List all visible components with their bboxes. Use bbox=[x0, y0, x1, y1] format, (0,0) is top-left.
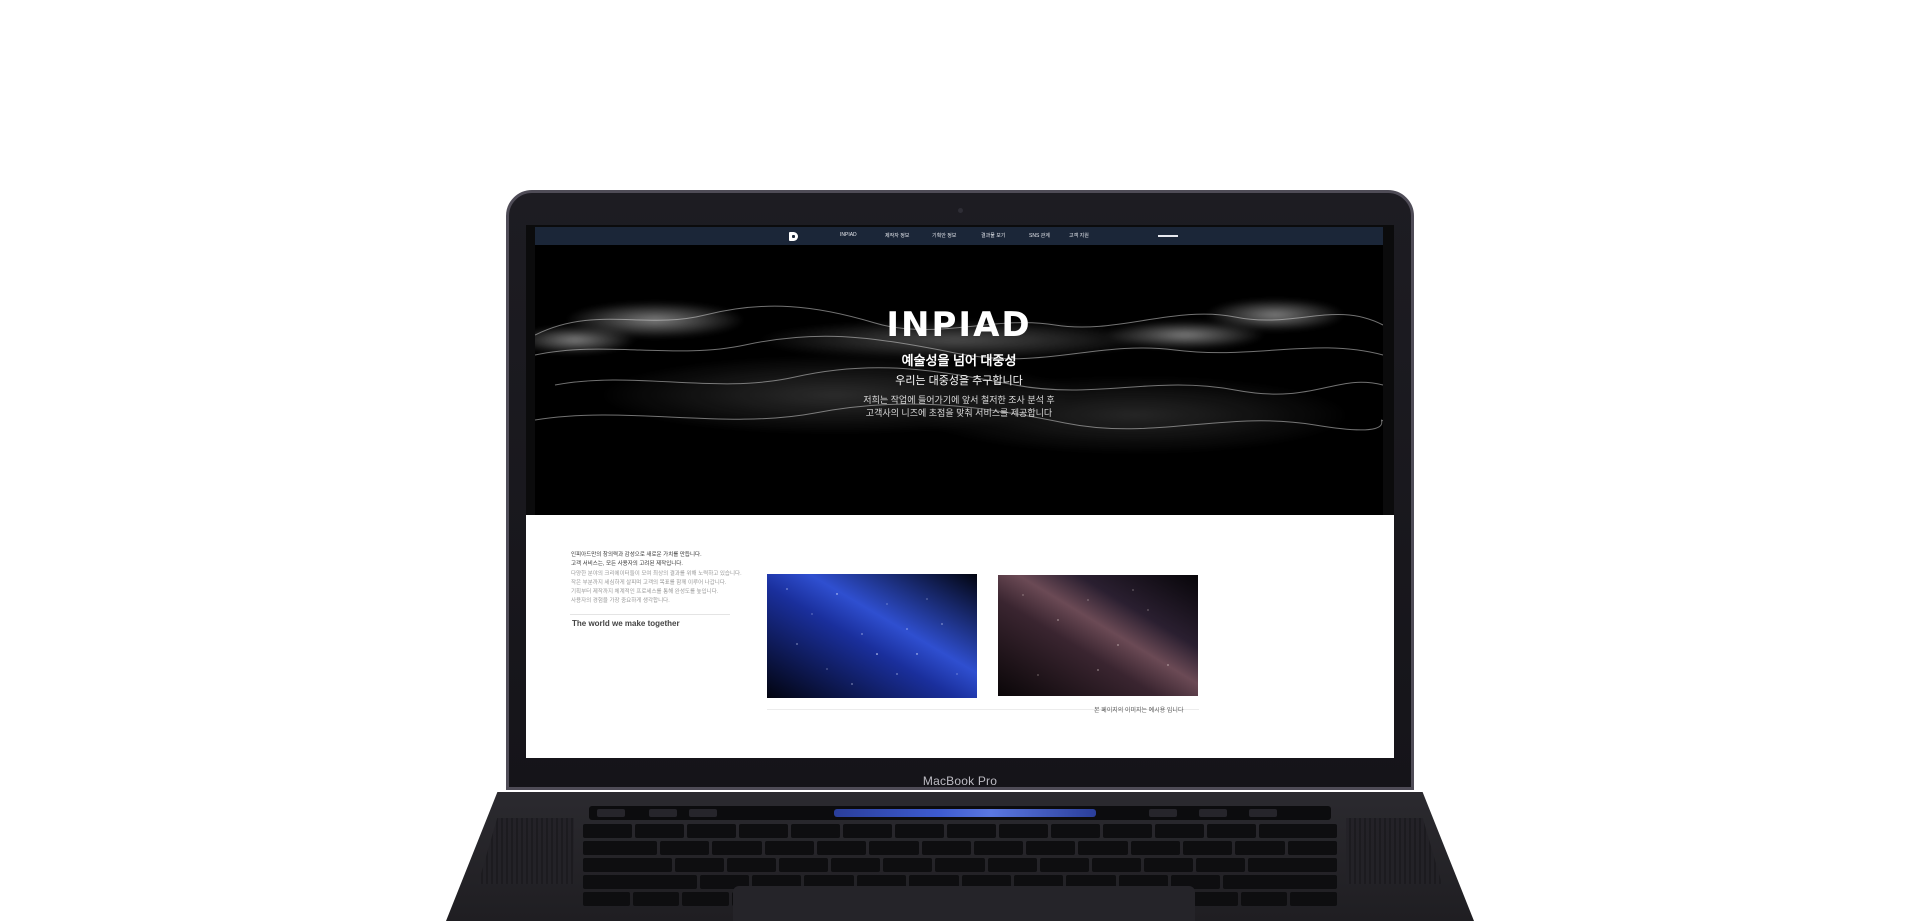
touch-bar-key bbox=[1149, 809, 1177, 817]
nav-item-support[interactable]: 고객 지원 bbox=[1069, 232, 1089, 239]
intro-line-5: 기획부터 제작까지 체계적인 프로세스를 통해 완성도를 높입니다. bbox=[571, 589, 719, 595]
site-nav: INPIAD 제작자 정보 기획안 정보 결과물 보기 SNS 관계 고객 지원 bbox=[535, 227, 1383, 245]
galaxy-photo-blue[interactable] bbox=[767, 574, 977, 698]
intro-line-2: 고객 서비스는, 모든 사용자의 고려된 제작입니다. bbox=[571, 561, 683, 567]
intro-divider bbox=[570, 614, 730, 615]
menu-icon[interactable] bbox=[1158, 235, 1178, 237]
intro-line-6: 사용자의 경험을 가장 중요하게 생각합니다. bbox=[571, 598, 670, 604]
nav-item-creator[interactable]: 제작자 정보 bbox=[885, 232, 909, 239]
hero-brand: INPIAD bbox=[886, 305, 1032, 345]
hero-body-line-1: 저희는 작업에 들어가기에 앞서 철저한 조사 분석 후 bbox=[863, 395, 1055, 405]
device-label: MacBook Pro bbox=[922, 774, 998, 788]
about-section: 인피아드만의 창의력과 감성으로 새로운 가치를 만듭니다. 고객 서비스는, … bbox=[526, 515, 1394, 758]
inpiad-logo-icon[interactable] bbox=[789, 232, 798, 241]
intro-line-1: 인피아드만의 창의력과 감성으로 새로운 가치를 만듭니다. bbox=[571, 552, 702, 558]
nav-item-home[interactable]: INPIAD bbox=[840, 232, 857, 238]
touch-bar-key bbox=[689, 809, 717, 817]
nav-item-sns[interactable]: SNS 관계 bbox=[1029, 232, 1050, 239]
milky-way-photo[interactable] bbox=[998, 575, 1198, 696]
nav-item-plan[interactable]: 기획안 정보 bbox=[932, 232, 956, 239]
nav-item-results[interactable]: 결과물 보기 bbox=[981, 232, 1005, 239]
touch-bar-key bbox=[649, 809, 677, 817]
touch-bar-glow bbox=[834, 809, 1096, 817]
hero-section: INPIAD 예술성을 넘어 대중성 우리는 대중성을 추구합니다 저희는 작업… bbox=[535, 245, 1383, 515]
camera-icon bbox=[958, 208, 963, 213]
touch-bar-key bbox=[1199, 809, 1227, 817]
touch-bar bbox=[589, 806, 1331, 820]
hero-subheadline: 우리는 대중성을 추구합니다 bbox=[895, 375, 1023, 387]
intro-line-4: 작은 부분까지 세심하게 살피며 고객의 목표를 함께 이루어 나갑니다. bbox=[571, 580, 727, 586]
touch-bar-key bbox=[1249, 809, 1277, 817]
hero-headline: 예술성을 넘어 대중성 bbox=[901, 353, 1017, 368]
trackpad bbox=[733, 886, 1195, 921]
hero-body-line-2: 고객사의 니즈에 초점을 맞춰 서비스를 제공합니다 bbox=[865, 408, 1053, 418]
laptop-screen: INPIAD 제작자 정보 기획안 정보 결과물 보기 SNS 관계 고객 지원 bbox=[526, 225, 1394, 758]
image-caption: 본 페이지의 이미지는 예시용 입니다 bbox=[1094, 708, 1184, 714]
intro-line-3: 다양한 분야의 크리에이터들이 모여 최상의 결과를 위해 노력하고 있습니다. bbox=[571, 571, 742, 577]
tagline: The world we make together bbox=[572, 619, 680, 628]
touch-bar-key bbox=[597, 809, 625, 817]
